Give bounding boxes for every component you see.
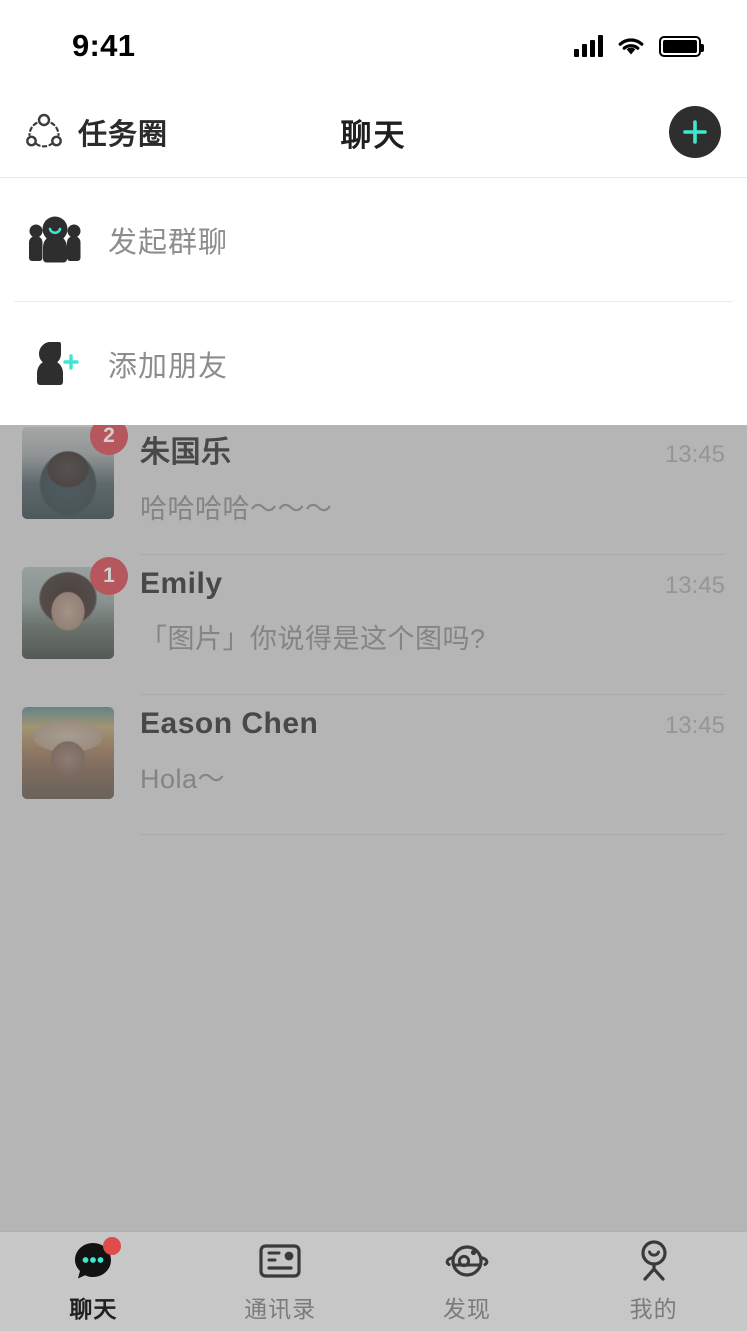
- bottom-tab-bar: 聊天 通讯录 发现 我的: [0, 1231, 747, 1331]
- group-chat-icon: [26, 211, 84, 269]
- menu-item-label: 添加朋友: [108, 350, 229, 383]
- status-indicators: [574, 29, 704, 57]
- menu-item-label: 发起群聊: [108, 226, 229, 259]
- signal-bars-icon: [574, 35, 603, 57]
- task-circle-button[interactable]: 任务圈: [24, 111, 168, 153]
- task-circle-icon: [26, 113, 62, 148]
- status-time: 9:41: [72, 28, 136, 63]
- app-screen: 9:41 任务圈 聊天 发起群聊 添加朋友 2 朱国乐 13:45 哈哈哈哈～～…: [0, 0, 747, 1331]
- plus-icon: [683, 120, 707, 144]
- dropdown-menu: 发起群聊 添加朋友: [0, 178, 747, 425]
- tab-contacts[interactable]: 通讯录: [187, 1232, 374, 1331]
- notification-dot: [103, 1237, 122, 1255]
- battery-full-icon: [659, 35, 704, 57]
- tab-label: 我的: [629, 1296, 678, 1322]
- chat-bubble-icon: [69, 1237, 122, 1283]
- nav-bar: 任务圈 聊天: [0, 86, 747, 178]
- wifi-icon: [618, 38, 644, 55]
- add-friend-icon: [26, 335, 84, 393]
- status-bar: 9:41: [0, 0, 747, 86]
- contact-card-icon: [257, 1239, 303, 1283]
- discover-planet-icon: [444, 1239, 490, 1283]
- menu-item-start-group-chat[interactable]: 发起群聊: [0, 178, 747, 301]
- menu-item-add-friend[interactable]: 添加朋友: [0, 302, 747, 425]
- tab-label: 发现: [442, 1296, 491, 1322]
- add-button[interactable]: [669, 106, 721, 158]
- tab-label: 通讯录: [244, 1296, 317, 1322]
- tab-discover[interactable]: 发现: [374, 1232, 561, 1331]
- tab-profile[interactable]: 我的: [560, 1232, 747, 1331]
- tab-label: 聊天: [69, 1296, 118, 1322]
- task-circle-label: 任务圈: [78, 119, 169, 151]
- nav-divider: [0, 177, 747, 178]
- profile-person-icon: [632, 1239, 676, 1283]
- tab-chat[interactable]: 聊天: [0, 1232, 187, 1331]
- modal-scrim[interactable]: [0, 425, 747, 1231]
